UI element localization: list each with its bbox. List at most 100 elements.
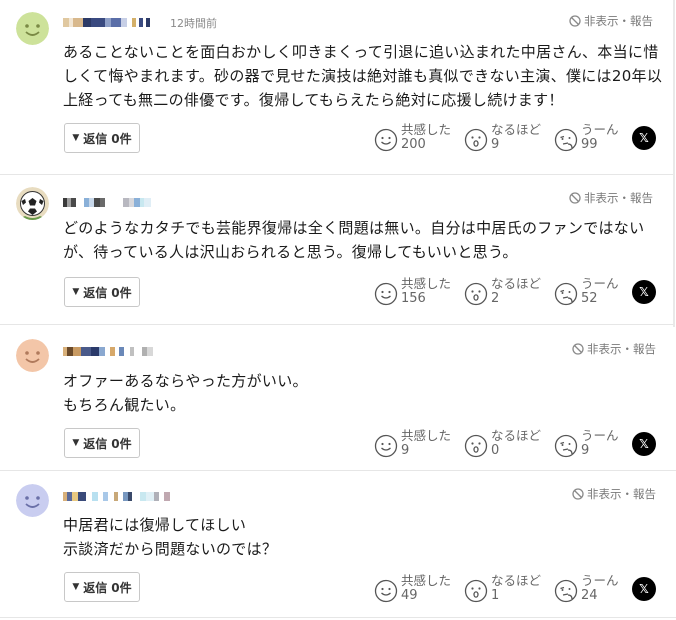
username-pixelated[interactable] — [63, 196, 151, 208]
reply-button[interactable]: ▼ 返信 0件 — [64, 123, 140, 153]
reaction-label: なるほど — [491, 276, 542, 291]
caret-down-icon: ▼ — [72, 582, 80, 592]
surprised-reaction-icon — [464, 579, 488, 603]
reaction-count: 1 — [491, 588, 500, 603]
scroll-edge — [673, 0, 675, 340]
avatar[interactable] — [16, 339, 49, 372]
reply-button[interactable]: ▼ 返信 0件 — [64, 277, 140, 307]
reply-button[interactable]: ▼ 返信 0件 — [64, 428, 140, 458]
x-share-icon[interactable]: 𝕏 — [632, 432, 656, 456]
comment-body: 中居君には復帰してほしい 示談済だから問題ないのでは？ — [63, 513, 663, 561]
reaction-naruhodo[interactable]: なるほど 1 — [464, 573, 541, 603]
surprised-reaction-icon — [464, 128, 488, 152]
reaction-count: 24 — [581, 588, 598, 603]
comment-card: 非表示・報告 どのようなカタチでも芸能界復帰は全く問題は無い。自分は中居氏のファ… — [0, 175, 673, 323]
comment-line: オファーあるならやった方がいい。 — [63, 372, 308, 390]
username-pixelated[interactable] — [63, 345, 153, 357]
hide-report-link[interactable]: 非表示・報告 — [569, 13, 653, 29]
comment-line: どのようなカタチでも芸能界復帰は全く問題は無い。自分は中居氏のファンではない — [63, 219, 645, 237]
avatar[interactable] — [16, 187, 49, 220]
caret-down-icon: ▼ — [72, 438, 80, 448]
comment-line: あることないことを面白おかしく叩きまくって引退に追い込まれた中居さん、本当に惜 — [63, 43, 659, 61]
caret-down-icon: ▼ — [72, 133, 80, 143]
reaction-kyokan[interactable]: 共感した 200 — [374, 122, 451, 152]
timestamp: 12時間前 — [170, 17, 217, 30]
reaction-label: うーん — [581, 428, 619, 443]
reply-count: 0件 — [111, 436, 132, 451]
reaction-uun[interactable]: うーん 52 — [554, 276, 619, 306]
avatar[interactable] — [16, 12, 49, 45]
reaction-label: なるほど — [491, 122, 542, 137]
comment-card: 非表示・報告 オファーあるならやった方がいい。 もちろん観たい。 ▼ 返信 0件… — [0, 327, 676, 468]
reaction-uun[interactable]: うーん 9 — [554, 428, 619, 458]
hide-report-label: 非表示・報告 — [587, 342, 656, 356]
reply-label: 返信 — [83, 436, 108, 451]
thinking-reaction-icon — [554, 128, 578, 152]
reaction-uun[interactable]: うーん 99 — [554, 122, 619, 152]
reaction-label: 共感した — [401, 276, 452, 291]
comment-line: 示談済だから問題ないのでは？ — [63, 540, 278, 558]
reaction-label: なるほど — [491, 428, 542, 443]
comment-card: 非表示・報告 中居君には復帰してほしい 示談済だから問題ないのでは？ ▼ 返信 … — [0, 471, 676, 620]
x-share-icon[interactable]: 𝕏 — [632, 577, 656, 601]
hide-report-label: 非表示・報告 — [584, 14, 653, 28]
reaction-label: なるほど — [491, 573, 542, 588]
reaction-naruhodo[interactable]: なるほど 2 — [464, 276, 541, 306]
divider — [0, 617, 676, 618]
reaction-label: うーん — [581, 122, 619, 137]
reaction-kyokan[interactable]: 共感した 49 — [374, 573, 451, 603]
reaction-label: 共感した — [401, 428, 452, 443]
comment-line: 中居君には復帰してほしい — [63, 516, 247, 534]
reaction-count: 156 — [401, 291, 426, 306]
reaction-count: 9 — [581, 443, 590, 458]
username-pixelated[interactable] — [63, 16, 150, 28]
reply-button[interactable]: ▼ 返信 0件 — [64, 572, 140, 602]
reply-count: 0件 — [111, 131, 132, 146]
comment-body: オファーあるならやった方がいい。 もちろん観たい。 — [63, 369, 663, 417]
reaction-count: 9 — [401, 443, 410, 458]
divider — [0, 324, 673, 325]
reaction-naruhodo[interactable]: なるほど 0 — [464, 428, 541, 458]
comment-body: あることないことを面白おかしく叩きまくって引退に追い込まれた中居さん、本当に惜 … — [63, 40, 663, 112]
surprised-reaction-icon — [464, 434, 488, 458]
smile-reaction-icon — [374, 579, 398, 603]
hide-report-link[interactable]: 非表示・報告 — [569, 190, 653, 206]
reaction-label: うーん — [581, 573, 619, 588]
x-share-icon[interactable]: 𝕏 — [632, 126, 656, 150]
avatar[interactable] — [16, 484, 49, 517]
caret-down-icon: ▼ — [72, 287, 80, 297]
comment-body: どのようなカタチでも芸能界復帰は全く問題は無い。自分は中居氏のファンではない が… — [63, 216, 663, 264]
thinking-reaction-icon — [554, 282, 578, 306]
reaction-count: 2 — [491, 291, 500, 306]
smile-reaction-icon — [374, 282, 398, 306]
reaction-uun[interactable]: うーん 24 — [554, 573, 619, 603]
reaction-count: 200 — [401, 137, 426, 152]
hide-report-label: 非表示・報告 — [584, 191, 653, 205]
reaction-count: 49 — [401, 588, 418, 603]
hide-report-link[interactable]: 非表示・報告 — [572, 341, 656, 357]
comment-line: もちろん観たい。 — [63, 396, 186, 414]
reply-label: 返信 — [83, 285, 108, 300]
x-share-icon[interactable]: 𝕏 — [632, 280, 656, 304]
comment-line: 上経っても無二の俳優です。復帰してもらえたら絶対に応援し続けます！ — [63, 91, 564, 109]
block-icon — [569, 192, 581, 204]
comment-card: 12時間前 非表示・報告 あることないことを面白おかしく叩きまくって引退に追い込… — [0, 0, 673, 172]
username-pixelated[interactable] — [63, 490, 170, 502]
smile-face-icon — [16, 484, 49, 517]
reaction-kyokan[interactable]: 共感した 9 — [374, 428, 451, 458]
soccer-ball-icon — [16, 187, 49, 220]
thinking-reaction-icon — [554, 434, 578, 458]
reaction-kyokan[interactable]: 共感した 156 — [374, 276, 451, 306]
hide-report-link[interactable]: 非表示・報告 — [572, 486, 656, 502]
surprised-reaction-icon — [464, 282, 488, 306]
reaction-naruhodo[interactable]: なるほど 9 — [464, 122, 541, 152]
block-icon — [572, 488, 584, 500]
reply-label: 返信 — [83, 131, 108, 146]
reply-label: 返信 — [83, 580, 108, 595]
smile-face-icon — [16, 12, 49, 45]
reply-count: 0件 — [111, 580, 132, 595]
comment-line: が、待っている人は沢山おられると思う。復帰してもいいと思う。 — [63, 243, 518, 261]
reaction-count: 9 — [491, 137, 500, 152]
reaction-count: 52 — [581, 291, 598, 306]
reaction-count: 99 — [581, 137, 598, 152]
